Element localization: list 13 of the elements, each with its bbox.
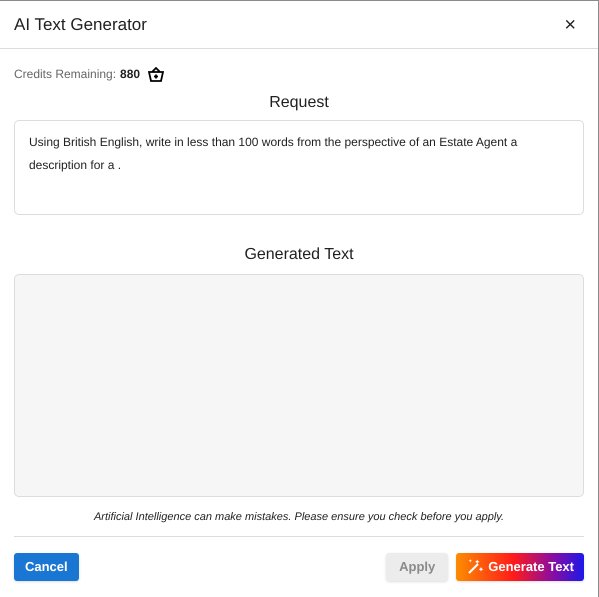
close-button[interactable]: × bbox=[564, 14, 576, 34]
dialog-title: AI Text Generator bbox=[14, 14, 147, 36]
disclaimer-text: Artificial Intelligence can make mistakes. Please ensure you check before you apply. bbox=[92, 510, 506, 525]
generate-text-button[interactable]: Generate Text bbox=[456, 552, 584, 580]
credits-label: Credits Remaining: bbox=[14, 66, 116, 83]
request-field[interactable]: Using British English, write in less than 100 words from the perspective of an Estate Agent a description for a . bbox=[14, 120, 584, 215]
request-heading: Request bbox=[268, 93, 330, 111]
credits-value: 880 bbox=[120, 66, 140, 83]
cancel-button[interactable]: Cancel bbox=[14, 552, 79, 580]
magic-wand-icon bbox=[466, 558, 484, 576]
generated-text-heading: Generated Text bbox=[243, 245, 355, 263]
generated-text-field[interactable] bbox=[14, 274, 584, 497]
basket-icon[interactable] bbox=[148, 66, 164, 82]
